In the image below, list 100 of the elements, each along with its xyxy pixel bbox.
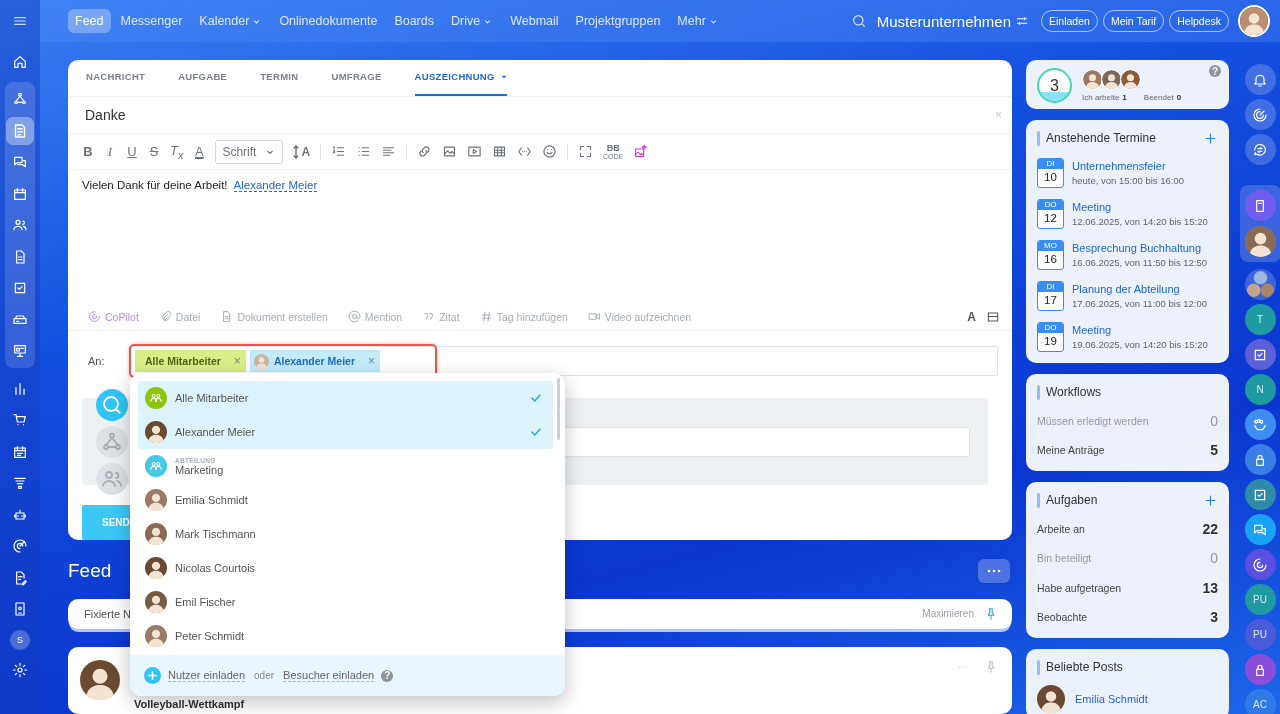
font-size-button[interactable]: A xyxy=(293,144,311,159)
format-button[interactable]: T$_{x}$ xyxy=(170,143,184,161)
task-count-ring[interactable]: 3 xyxy=(1037,68,1072,103)
recipient-option[interactable]: Mark Tischmann xyxy=(138,517,553,551)
chat-initials-avatar[interactable]: PU xyxy=(1244,584,1276,615)
author-avatar xyxy=(80,659,120,700)
chat-initials-avatar[interactable]: AC xyxy=(1244,689,1276,714)
checkbox-icon[interactable] xyxy=(1244,339,1276,370)
recipient-option[interactable]: Emil Fischer xyxy=(138,585,553,619)
recipient-option[interactable]: Nicolas Courtois xyxy=(138,551,553,585)
nav-tab[interactable]: Projektgruppen xyxy=(568,9,668,33)
message-text: Vielen Dank für deine Arbeit! xyxy=(82,179,228,192)
event-time: heute, von 15:00 bis 16:00 xyxy=(1072,174,1184,186)
add-icon[interactable] xyxy=(1203,492,1218,508)
help-icon[interactable]: ? xyxy=(1209,65,1221,77)
search-icon[interactable] xyxy=(96,388,128,421)
link-icon[interactable] xyxy=(417,144,433,160)
chat-initials-avatar[interactable]: T xyxy=(1244,304,1276,335)
user-tag-link[interactable]: Alexander Meier xyxy=(233,179,318,193)
composer-tab[interactable]: AUSZEICHNUNG xyxy=(414,60,507,96)
help-icon[interactable]: ? xyxy=(381,669,394,682)
row-label[interactable]: Meine Anträge xyxy=(1037,444,1105,457)
nav-tab[interactable]: Drive xyxy=(444,9,501,33)
feed-heading: Feed xyxy=(68,560,112,582)
format-button[interactable]: B xyxy=(82,144,94,160)
group-hands-icon[interactable] xyxy=(1244,409,1276,440)
search-icon[interactable] xyxy=(850,13,867,29)
sparkle-image-icon[interactable] xyxy=(633,144,649,160)
event-link[interactable]: Meeting xyxy=(1072,200,1208,213)
invite-visitors-link[interactable]: Besucher einladen xyxy=(283,669,375,682)
recipient-option[interactable]: Emilia Schmidt xyxy=(138,483,553,517)
image-icon[interactable] xyxy=(442,144,458,160)
bell-icon[interactable] xyxy=(1244,64,1276,95)
event-link[interactable]: Unternehmensfeier xyxy=(1072,159,1184,172)
format-button[interactable]: S xyxy=(148,144,160,160)
nav-tab[interactable]: Onlinedokumente xyxy=(272,9,385,33)
fullscreen-icon[interactable] xyxy=(578,144,594,160)
pinned-label: Fixierte N xyxy=(84,607,132,620)
nav-tab[interactable]: Mehr xyxy=(670,9,726,33)
nav-tab[interactable]: Webmail xyxy=(503,9,566,33)
copilot-icon[interactable] xyxy=(1244,549,1276,580)
panel-icon[interactable] xyxy=(986,309,1000,324)
user-avatar xyxy=(145,625,167,647)
user-avatar[interactable] xyxy=(1238,5,1270,37)
chat-initials-avatar[interactable]: PU xyxy=(1244,619,1276,650)
book-icon[interactable] xyxy=(1244,190,1276,221)
nav-tab[interactable]: Feed xyxy=(68,9,111,33)
row-label[interactable]: Beobachte xyxy=(1037,611,1088,624)
composer-tab[interactable]: NACHRICHT xyxy=(86,60,146,96)
composer-tab[interactable]: AUFGABE xyxy=(178,60,228,96)
card-title: Workflows xyxy=(1046,385,1102,399)
format-button[interactable]: I xyxy=(104,143,116,160)
emoji-icon[interactable] xyxy=(542,144,558,160)
composer-tab[interactable]: TERMIN xyxy=(260,60,299,96)
chat-swap-icon[interactable] xyxy=(1244,134,1276,165)
checkbox-icon[interactable] xyxy=(1244,479,1276,510)
nodes-icon[interactable] xyxy=(96,425,128,458)
nav-tab[interactable]: Kalender xyxy=(192,9,270,33)
video-icon[interactable] xyxy=(467,144,483,160)
news-icon[interactable] xyxy=(6,116,34,145)
lock-icon[interactable] xyxy=(1244,654,1276,685)
format-button[interactable]: A xyxy=(193,144,206,160)
event-link[interactable]: Meeting xyxy=(1072,323,1208,336)
recipient-option[interactable]: Alexander Meier xyxy=(138,415,553,449)
user-avatar xyxy=(145,523,167,545)
maximize-link[interactable]: Maximieren xyxy=(922,608,974,620)
event-link[interactable]: Planung der Abteilung xyxy=(1072,282,1208,295)
event-link[interactable]: Besprechung Buchhaltung xyxy=(1072,241,1208,254)
sliders-icon[interactable] xyxy=(1015,14,1029,28)
text-style-button[interactable]: A xyxy=(967,309,976,324)
recipient-chip[interactable]: Alexander Meier × xyxy=(249,350,380,373)
row-label[interactable]: Bin beteiligt xyxy=(1037,552,1092,565)
chat-initials-avatar[interactable]: N xyxy=(1244,374,1276,405)
table-icon[interactable] xyxy=(492,144,508,160)
user-avatar[interactable] xyxy=(1244,226,1276,257)
row-label[interactable]: Habe aufgetragen xyxy=(1037,581,1122,594)
company-name[interactable]: Musterunternehmen xyxy=(876,12,1011,30)
group-avatar-icon[interactable] xyxy=(1244,269,1276,300)
nav-tab[interactable]: Messenger xyxy=(113,9,190,33)
lock-icon[interactable] xyxy=(1244,444,1276,475)
user-initial-avatar[interactable]: S xyxy=(10,629,30,650)
font-select[interactable]: Schrift xyxy=(215,139,284,164)
composer-tab[interactable]: UMFRAGE xyxy=(331,60,382,96)
author-link[interactable]: Emilia Schmidt xyxy=(1075,693,1148,705)
recipient-option[interactable]: Alle Mitarbeiter xyxy=(138,381,553,415)
add-icon[interactable] xyxy=(1203,130,1218,146)
row-label[interactable]: Arbeite an xyxy=(1037,522,1085,535)
chat-icon[interactable] xyxy=(1244,514,1276,545)
scrollbar[interactable] xyxy=(557,378,560,440)
row-label[interactable]: Müssen erledigt werden xyxy=(1037,414,1149,427)
radar-icon[interactable] xyxy=(1244,99,1276,130)
recipient-option[interactable]: Peter Schmidt xyxy=(138,619,553,653)
title-field[interactable]: Danke xyxy=(85,107,126,124)
action-link[interactable]: CoPilot xyxy=(105,310,139,323)
row-count: 5 xyxy=(1210,442,1218,459)
recipient-chip[interactable]: Alle Mitarbeiter × xyxy=(135,350,246,373)
nav-tab[interactable]: Boards xyxy=(387,9,441,33)
invite-users-link[interactable]: Nutzer einladen xyxy=(168,669,246,682)
user-avatar xyxy=(253,353,269,369)
format-button[interactable]: U xyxy=(126,144,138,160)
